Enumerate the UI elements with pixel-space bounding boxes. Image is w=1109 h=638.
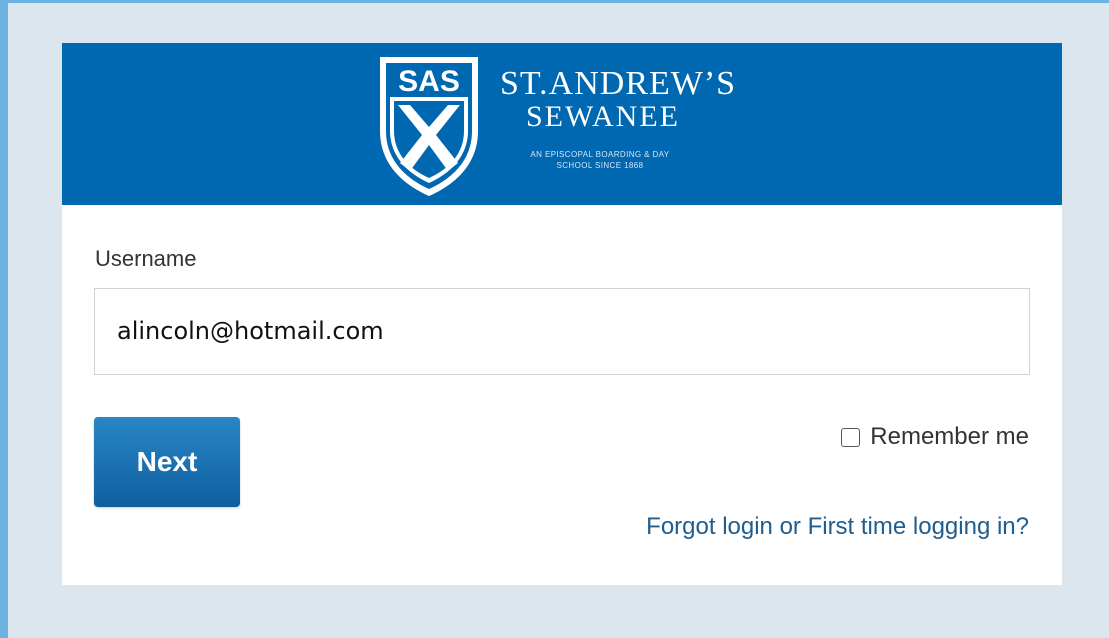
school-name-line2: SEWANEE: [526, 100, 680, 133]
window-frame-top: [0, 0, 1109, 3]
school-name-line1: ST.ANDREW’S: [500, 65, 737, 102]
remember-me-label: Remember me: [870, 423, 1029, 450]
school-wordmark: ST.ANDREW’S SEWANEE AN EPISCOPAL BOARDIN…: [500, 67, 790, 171]
login-card: SAS ST.ANDREW’S SEWANEE AN EPISCOPAL BOA…: [62, 43, 1062, 585]
shield-icon: SAS: [380, 57, 478, 196]
username-label: Username: [95, 246, 197, 271]
window-frame-left: [0, 0, 8, 638]
remember-me[interactable]: Remember me: [841, 423, 1029, 451]
username-input[interactable]: alincoln@hotmail.com: [94, 288, 1030, 375]
next-button[interactable]: Next: [94, 417, 240, 507]
forgot-login-link[interactable]: Forgot login or First time logging in?: [646, 513, 1029, 541]
school-banner: SAS ST.ANDREW’S SEWANEE AN EPISCOPAL BOA…: [62, 43, 1062, 205]
tagline-line2: SCHOOL SINCE 1868: [556, 161, 644, 170]
tagline-line1: AN EPISCOPAL BOARDING & DAY: [530, 150, 670, 159]
school-logo: SAS ST.ANDREW’S SEWANEE AN EPISCOPAL BOA…: [376, 53, 786, 198]
shield-text: SAS: [398, 65, 460, 98]
school-tagline: AN EPISCOPAL BOARDING & DAY SCHOOL SINCE…: [500, 149, 700, 171]
remember-me-checkbox[interactable]: [841, 427, 861, 447]
